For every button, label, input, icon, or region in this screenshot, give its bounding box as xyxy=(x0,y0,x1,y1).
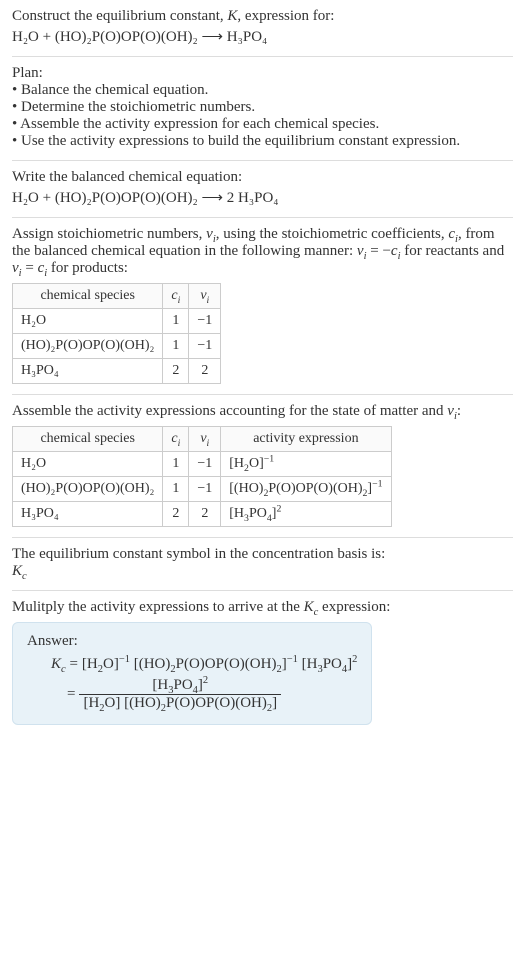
cell-v: −1 xyxy=(189,452,221,477)
plan-item: • Determine the stoichiometric numbers. xyxy=(12,99,513,116)
activity-heading: Assemble the activity expressions accoun… xyxy=(12,403,513,420)
answer-fraction: [H3PO4]2 [H2O] [(HO)2P(O)OP(O)(OH)2] xyxy=(79,677,281,712)
intro-reaction: H₂O + (HO)₂P(O)OP(O)(OH)₂ ⟶ H₃PO₄ xyxy=(12,27,513,46)
cell-species: (HO)₂P(O)OP(O)(OH)₂ xyxy=(13,477,163,502)
cell-c: 1 xyxy=(163,334,189,359)
table-row: H₃PO₄ 2 2 [H3PO4]2 xyxy=(13,502,392,527)
table-row: H₃PO₄ 2 2 xyxy=(13,359,221,384)
plan-section: Plan: • Balance the chemical equation. •… xyxy=(12,57,513,161)
col-v: νi xyxy=(189,427,221,452)
col-v: νi xyxy=(189,284,221,309)
cell-activity: [H2O]−1 xyxy=(221,452,391,477)
cell-v: 2 xyxy=(189,502,221,527)
plan-item: • Balance the chemical equation. xyxy=(12,82,513,99)
stoich-table: chemical species ci νi H₂O 1 −1 (HO)₂P(O… xyxy=(12,283,221,384)
cell-c: 1 xyxy=(163,477,189,502)
answer-box: Answer: Kc = [H2O]−1 [(HO)2P(O)OP(O)(OH)… xyxy=(12,622,372,725)
symbol-value: Kc xyxy=(12,563,513,580)
answer-line1: Kc = [H2O]−1 [(HO)2P(O)OP(O)(OH)2]−1 [H3… xyxy=(27,656,357,673)
table-header-row: chemical species ci νi xyxy=(13,284,221,309)
answer-line2: = [H3PO4]2 [H2O] [(HO)2P(O)OP(O)(OH)2] xyxy=(27,677,357,712)
intro-section: Construct the equilibrium constant, K, e… xyxy=(12,8,513,57)
table-row: H₂O 1 −1 xyxy=(13,309,221,334)
answer-rhs: [H2O]−1 [(HO)2P(O)OP(O)(OH)2]−1 [H3PO4]2 xyxy=(82,656,358,673)
fraction-numerator: [H3PO4]2 xyxy=(79,677,281,695)
fraction-denominator: [H2O] [(HO)2P(O)OP(O)(OH)2] xyxy=(79,695,281,712)
cell-c: 2 xyxy=(163,502,189,527)
cell-species: H₂O xyxy=(13,309,163,334)
col-species: chemical species xyxy=(13,284,163,309)
table-row: (HO)₂P(O)OP(O)(OH)₂ 1 −1 [(HO)2P(O)OP(O)… xyxy=(13,477,392,502)
cell-v: 2 xyxy=(189,359,221,384)
cell-species: H₂O xyxy=(13,452,163,477)
activity-table: chemical species ci νi activity expressi… xyxy=(12,426,392,527)
balanced-heading: Write the balanced chemical equation: xyxy=(12,169,513,186)
col-c: ci xyxy=(163,427,189,452)
plan-item: • Use the activity expressions to build … xyxy=(12,133,513,150)
table-row: H₂O 1 −1 [H2O]−1 xyxy=(13,452,392,477)
balanced-reaction: H₂O + (HO)₂P(O)OP(O)(OH)₂ ⟶ 2 H₃PO₄ xyxy=(12,188,513,207)
table-header-row: chemical species ci νi activity expressi… xyxy=(13,427,392,452)
symbol-section: The equilibrium constant symbol in the c… xyxy=(12,538,513,591)
table-row: (HO)₂P(O)OP(O)(OH)₂ 1 −1 xyxy=(13,334,221,359)
plan-item: • Assemble the activity expression for e… xyxy=(12,116,513,133)
cell-c: 2 xyxy=(163,359,189,384)
multiply-heading: Mulitply the activity expressions to arr… xyxy=(12,599,513,616)
equals-sign: = xyxy=(67,686,75,703)
stoich-section: Assign stoichiometric numbers, νi, using… xyxy=(12,218,513,395)
cell-c: 1 xyxy=(163,452,189,477)
cell-c: 1 xyxy=(163,309,189,334)
plan-title: Plan: xyxy=(12,65,513,82)
cell-species: H₃PO₄ xyxy=(13,359,163,384)
answer-label: Answer: xyxy=(27,633,357,650)
cell-species: (HO)₂P(O)OP(O)(OH)₂ xyxy=(13,334,163,359)
multiply-section: Mulitply the activity expressions to arr… xyxy=(12,591,513,735)
balanced-section: Write the balanced chemical equation: H₂… xyxy=(12,161,513,218)
activity-section: Assemble the activity expressions accoun… xyxy=(12,395,513,538)
answer-lhs: Kc = xyxy=(51,656,78,673)
cell-v: −1 xyxy=(189,477,221,502)
cell-activity: [(HO)2P(O)OP(O)(OH)2]−1 xyxy=(221,477,391,502)
symbol-heading: The equilibrium constant symbol in the c… xyxy=(12,546,513,563)
col-c: ci xyxy=(163,284,189,309)
cell-v: −1 xyxy=(189,334,221,359)
cell-v: −1 xyxy=(189,309,221,334)
cell-species: H₃PO₄ xyxy=(13,502,163,527)
cell-activity: [H3PO4]2 xyxy=(221,502,391,527)
stoich-heading: Assign stoichiometric numbers, νi, using… xyxy=(12,226,513,277)
col-species: chemical species xyxy=(13,427,163,452)
intro-heading: Construct the equilibrium constant, K, e… xyxy=(12,8,513,25)
col-activity: activity expression xyxy=(221,427,391,452)
